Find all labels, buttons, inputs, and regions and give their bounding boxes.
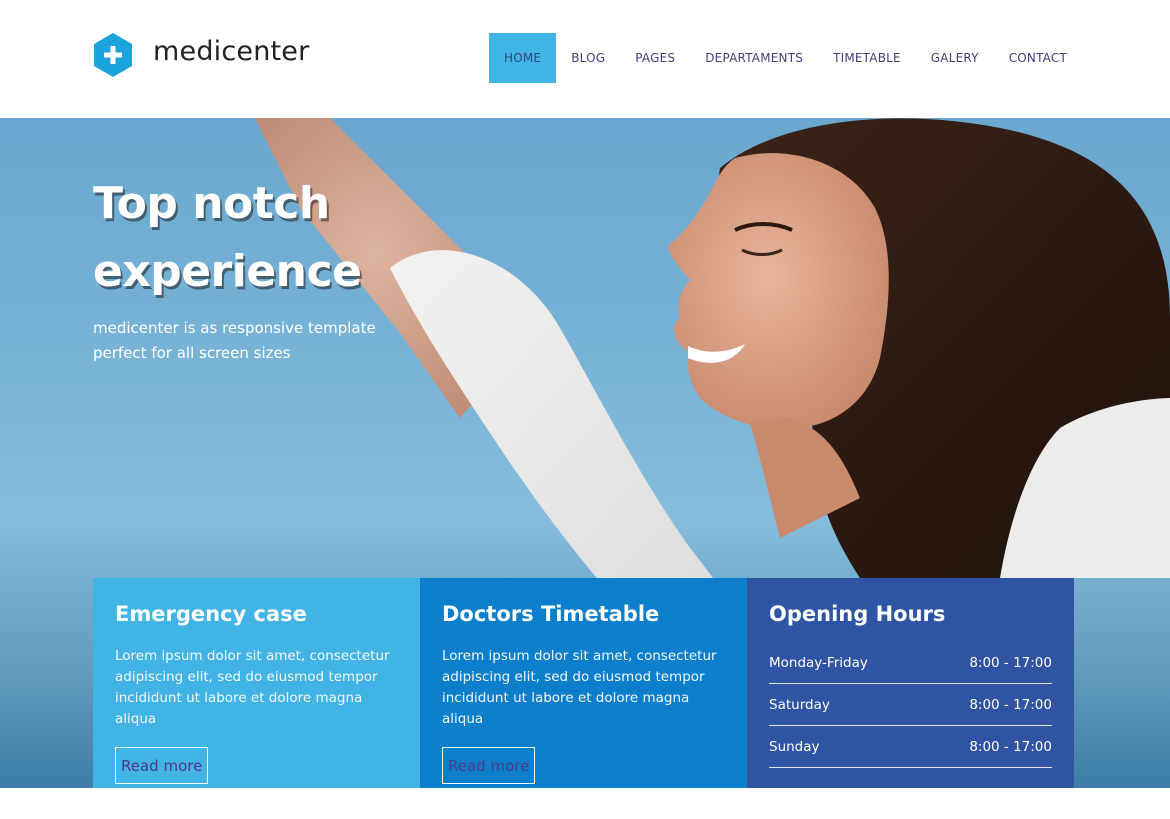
hours-time: 8:00 - 17:00 xyxy=(969,696,1052,713)
hours-time: 8:00 - 17:00 xyxy=(969,738,1052,755)
box-title: Opening Hours xyxy=(769,602,946,626)
hours-list: Monday-Friday 8:00 - 17:00 Saturday 8:00… xyxy=(769,642,1052,768)
nav-blog[interactable]: BLOG xyxy=(556,33,620,83)
logo-text: medicenter xyxy=(153,35,310,67)
hours-time: 8:00 - 17:00 xyxy=(969,654,1052,671)
nav-timetable[interactable]: TIMETABLE xyxy=(818,33,916,83)
opening-hours-box: Opening Hours Monday-Friday 8:00 - 17:00… xyxy=(747,578,1074,788)
hero-subtitle-line-1: medicenter is as responsive template xyxy=(93,319,376,337)
box-title: Emergency case xyxy=(115,602,307,626)
read-more-button[interactable]: Read more xyxy=(442,747,536,784)
nav-galery[interactable]: GALERY xyxy=(916,33,994,83)
box-title: Doctors Timetable xyxy=(442,602,660,626)
hours-row: Sunday 8:00 - 17:00 xyxy=(769,726,1052,768)
read-more-button[interactable]: Read more xyxy=(115,747,209,784)
emergency-case-box: Emergency case Lorem ipsum dolor sit ame… xyxy=(93,578,420,788)
nav-home[interactable]: HOME xyxy=(489,33,557,83)
hero-title-line-2: experience xyxy=(93,246,362,297)
nav-pages[interactable]: PAGES xyxy=(620,33,690,83)
box-text: Lorem ipsum dolor sit amet, consectetur … xyxy=(115,648,390,727)
box-text: Lorem ipsum dolor sit amet, consectetur … xyxy=(442,648,717,727)
hero-title: Top notch experience xyxy=(93,170,453,306)
hero-subtitle-line-2: perfect for all screen sizes xyxy=(93,344,291,362)
hours-row: Saturday 8:00 - 17:00 xyxy=(769,684,1052,726)
logo[interactable]: medicenter xyxy=(93,32,309,78)
info-boxes: Emergency case Lorem ipsum dolor sit ame… xyxy=(93,578,1074,788)
nav-contact[interactable]: CONTACT xyxy=(994,33,1082,83)
hours-day: Monday-Friday xyxy=(769,654,868,671)
plus-hexagon-icon xyxy=(93,32,133,78)
hours-day: Saturday xyxy=(769,696,830,713)
doctors-timetable-box: Doctors Timetable Lorem ipsum dolor sit … xyxy=(420,578,747,788)
hours-day: Sunday xyxy=(769,738,820,755)
site-header: medicenter HOME BLOG PAGES DEPARTAMENTS … xyxy=(0,0,1170,118)
hero-subtitle: medicenter is as responsive template per… xyxy=(93,316,413,366)
main-nav: HOME BLOG PAGES DEPARTAMENTS TIMETABLE G… xyxy=(489,33,1082,83)
hours-row: Monday-Friday 8:00 - 17:00 xyxy=(769,642,1052,684)
nav-departaments[interactable]: DEPARTAMENTS xyxy=(690,33,818,83)
hero-title-line-1: Top notch xyxy=(93,178,330,229)
